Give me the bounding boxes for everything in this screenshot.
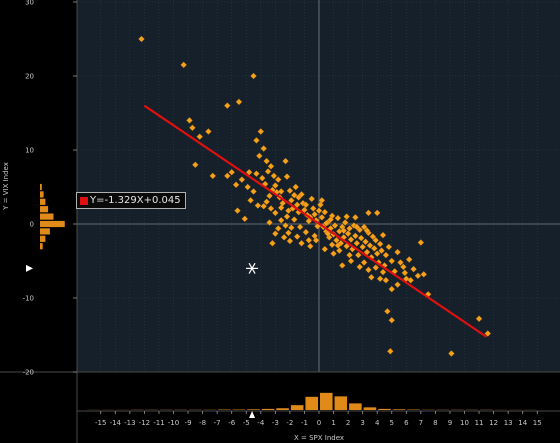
x-tick-label: 13 xyxy=(504,419,513,427)
x-tick-label: 14 xyxy=(518,419,527,427)
x-tick-label: 7 xyxy=(419,419,423,427)
x-histogram-bar xyxy=(276,408,289,410)
x-tick-label: -6 xyxy=(228,419,236,427)
regression-legend: Y=-1.329X+0.045 xyxy=(76,192,186,209)
y-histogram-bar xyxy=(40,213,54,220)
legend-swatch xyxy=(80,196,88,205)
x-tick-label: -10 xyxy=(168,419,179,427)
y-histogram-bar xyxy=(40,220,65,228)
x-tick-label: -2 xyxy=(286,419,293,427)
x-tick-label: 6 xyxy=(404,419,409,427)
y-tick-label: 0 xyxy=(30,221,34,229)
x-tick-label: -4 xyxy=(257,419,265,427)
y-histogram-bar xyxy=(40,243,43,250)
x-tick-label: 0 xyxy=(317,419,321,427)
y-histogram-bar xyxy=(40,183,42,191)
x-histogram-bar xyxy=(349,403,362,410)
x-tick-label: -14 xyxy=(110,419,122,427)
x-tick-label: 11 xyxy=(475,419,484,427)
x-tick-label: 8 xyxy=(433,419,437,427)
plot-area xyxy=(77,0,560,372)
y-tick-label: -20 xyxy=(23,369,34,377)
x-tick-label: -12 xyxy=(139,419,150,427)
x-histogram-bar xyxy=(261,408,275,410)
x-histogram-bar xyxy=(290,405,304,410)
scatter-chart: -20-100102030 -15 -14 -13 -12 -11 -10 -9 -8 -7 -6… xyxy=(0,0,560,443)
y-histogram-bar xyxy=(40,235,46,242)
x-tick-label: 4 xyxy=(375,419,380,427)
x-tick-label: -8 xyxy=(199,419,206,427)
x-tick-label: -7 xyxy=(214,419,221,427)
x-histogram-bar xyxy=(320,392,333,410)
y-histogram-bar xyxy=(40,198,46,205)
x-histogram-bar xyxy=(247,409,260,410)
x-tick-label: 10 xyxy=(460,419,469,427)
x-tick-label: -13 xyxy=(124,419,135,427)
x-tick-label: -11 xyxy=(153,419,164,427)
x-tick-label: 9 xyxy=(448,419,452,427)
x-axis-title: X = SPX Index xyxy=(294,434,344,442)
x-tick-label: -1 xyxy=(301,419,308,427)
x-tick-label: 1 xyxy=(331,419,335,427)
x-tick-label: -9 xyxy=(185,419,192,427)
y-tick-label: 10 xyxy=(25,147,34,155)
y-tick-label: 20 xyxy=(25,73,34,81)
x-histogram-bar xyxy=(392,409,406,410)
x-tick-label: -5 xyxy=(243,419,250,427)
x-tick-label: 15 xyxy=(533,419,542,427)
x-tick-label: 2 xyxy=(346,419,350,427)
x-tick-label: 5 xyxy=(390,419,394,427)
y-axis-title: Y = VIX Index xyxy=(2,162,10,211)
y-tick-label: 30 xyxy=(25,0,34,7)
y-tick-label: -10 xyxy=(23,295,34,303)
x-tick-label: -3 xyxy=(272,419,279,427)
x-tick-label: 12 xyxy=(489,419,498,427)
legend-label: Y=-1.329X+0.045 xyxy=(90,195,181,206)
y-histogram-bar xyxy=(40,191,44,198)
x-histogram-bar xyxy=(363,407,377,410)
x-histogram-bar xyxy=(378,408,391,410)
y-histogram-bar xyxy=(40,206,49,213)
y-histogram-bar xyxy=(40,228,50,235)
x-histogram-bar xyxy=(305,396,318,410)
x-tick-label: 3 xyxy=(360,419,364,427)
x-histogram-bar xyxy=(334,396,348,410)
x-tick-label: -15 xyxy=(95,419,106,427)
